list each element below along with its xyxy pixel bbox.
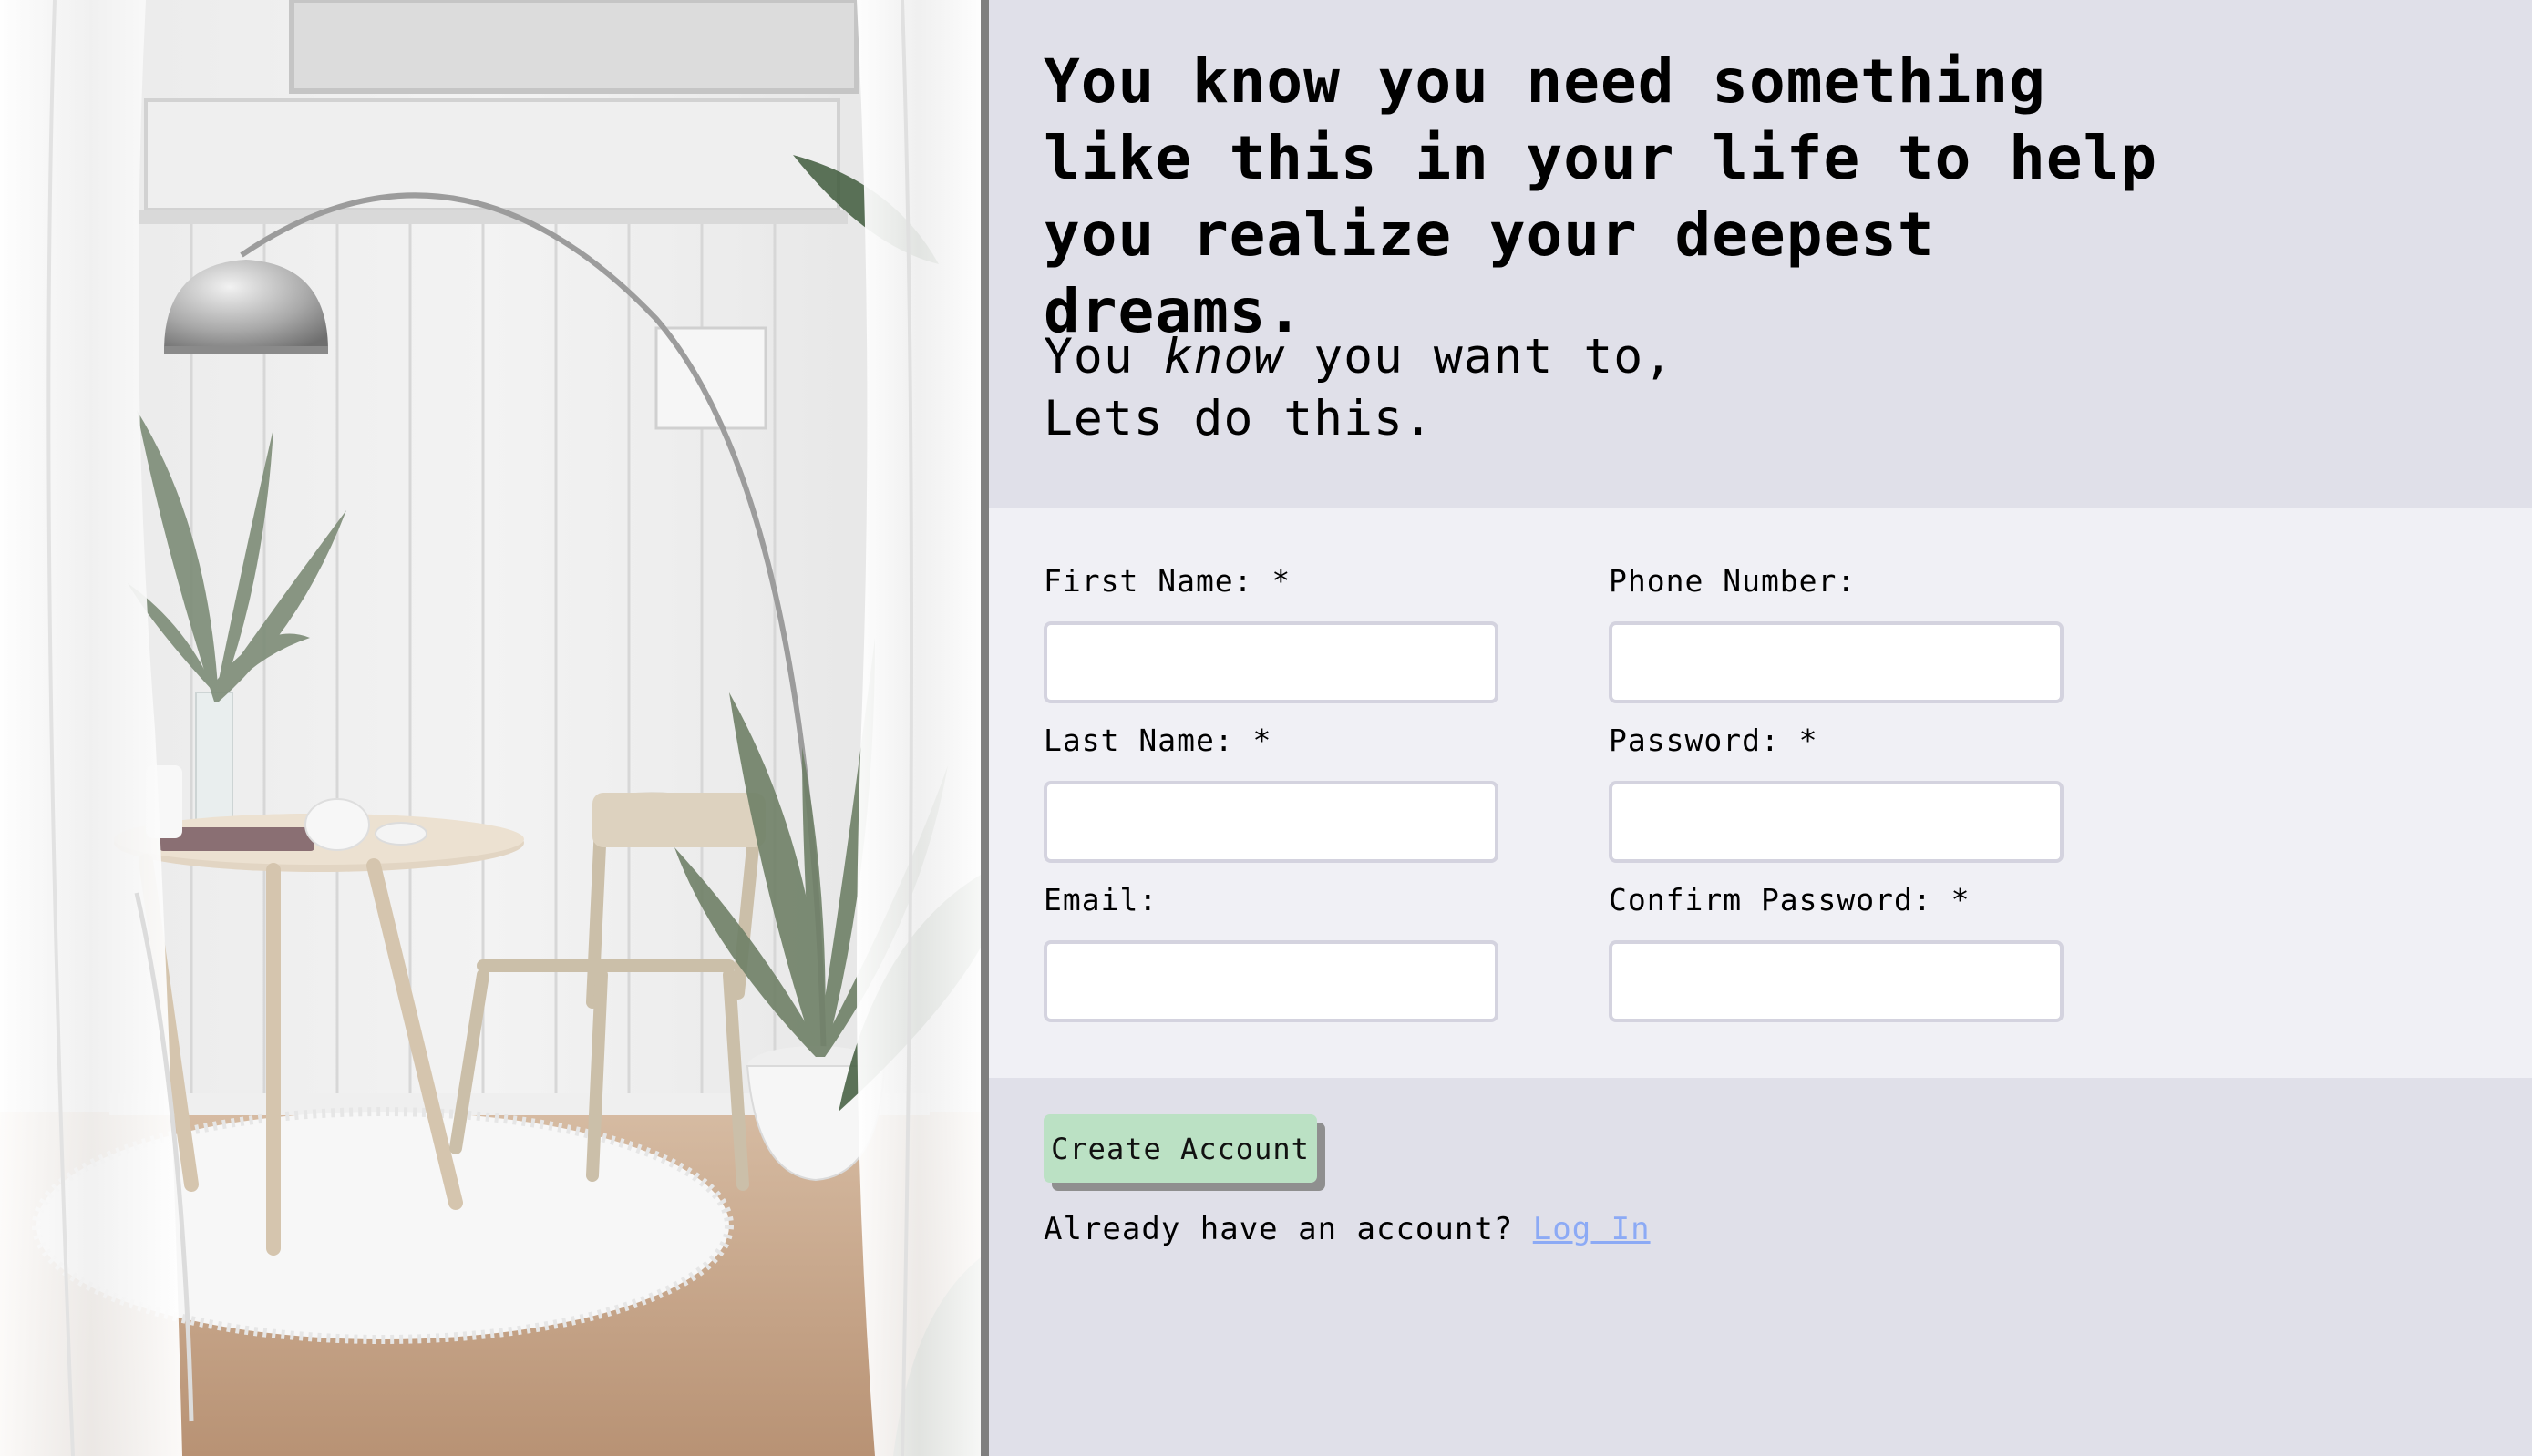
phone-number-label: Phone Number: (1609, 563, 1857, 599)
tagline-emphasis: know (1163, 329, 1284, 385)
email-label: Email: (1044, 882, 1158, 918)
password-label: Password: * (1609, 723, 1818, 758)
create-account-button[interactable]: Create Account (1044, 1114, 1317, 1183)
login-link[interactable]: Log In (1533, 1211, 1651, 1247)
tagline-end: you want to, (1283, 329, 1674, 385)
tagline-start: You (1044, 329, 1164, 385)
form-actions: Create Account Already have an account? … (989, 1078, 2532, 1456)
headline: You know you need something like this in… (1044, 46, 2158, 346)
last-name-label: Last Name: * (1044, 723, 1272, 758)
password-input[interactable] (1609, 781, 2064, 863)
confirm-password-group: Confirm Password: * (1609, 882, 2064, 1022)
room-photo (0, 0, 981, 1456)
confirm-password-label: Confirm Password: * (1609, 882, 1971, 918)
last-name-input[interactable] (1044, 781, 1498, 863)
last-name-group: Last Name: * (1044, 723, 1499, 863)
email-input[interactable] (1044, 940, 1498, 1022)
signup-content: You know you need something like this in… (989, 0, 2532, 1456)
first-name-group: First Name: * (1044, 563, 1499, 703)
hero-section: You know you need something like this in… (989, 0, 2532, 508)
login-prompt-text: Already have an account? (1044, 1211, 1533, 1247)
password-group: Password: * (1609, 723, 2064, 863)
first-name-input[interactable] (1044, 621, 1498, 703)
login-prompt: Already have an account? Log In (1044, 1209, 1651, 1249)
panel-divider (981, 0, 989, 1456)
first-name-label: First Name: * (1044, 563, 1292, 599)
signup-form: First Name: * Phone Number: Last Name: *… (989, 508, 2532, 1078)
tagline: You know you want to, Lets do this. (1044, 326, 1673, 450)
phone-number-input[interactable] (1609, 621, 2064, 703)
tagline-line2: Lets do this. (1044, 391, 1434, 446)
phone-number-group: Phone Number: (1609, 563, 2064, 703)
email-group: Email: (1044, 882, 1499, 1022)
confirm-password-input[interactable] (1609, 940, 2064, 1022)
